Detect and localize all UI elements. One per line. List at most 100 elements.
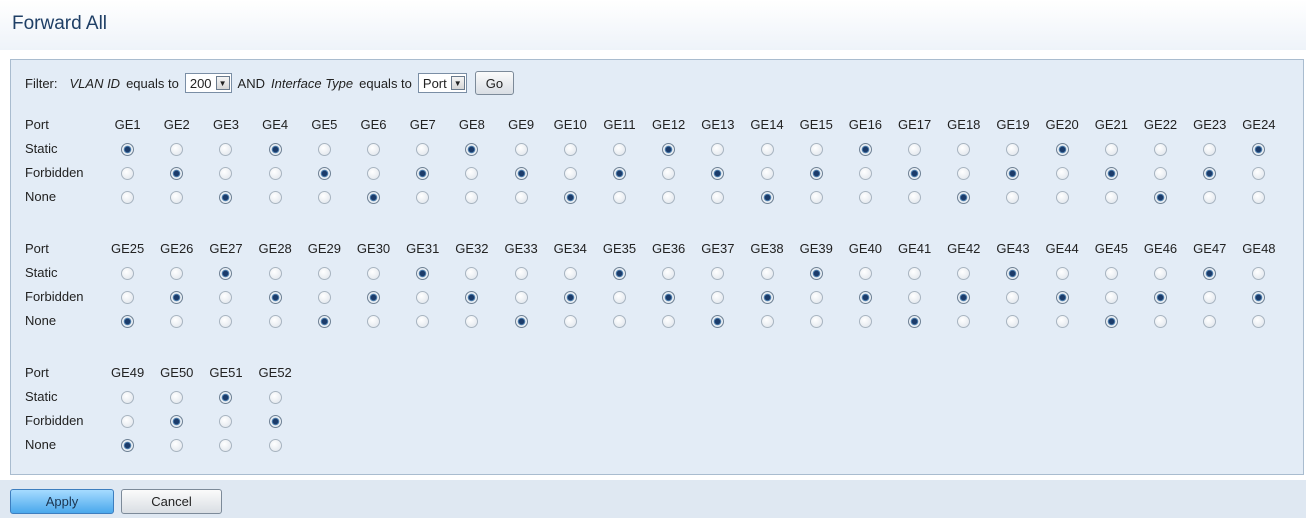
forbidden-radio-ge43[interactable] [1006,290,1020,304]
forbidden-radio-ge18[interactable] [957,166,971,180]
forbidden-radio-ge3[interactable] [219,166,233,180]
forbidden-radio-ge35[interactable] [612,290,626,304]
static-radio-ge42[interactable] [957,266,971,280]
static-radio-ge23[interactable] [1203,142,1217,156]
static-radio-ge26[interactable] [170,266,184,280]
static-radio-ge16[interactable] [858,142,872,156]
static-radio-ge32[interactable] [465,266,479,280]
forbidden-radio-ge28[interactable] [268,290,282,304]
forbidden-radio-ge27[interactable] [219,290,233,304]
forbidden-radio-ge49[interactable] [121,414,135,428]
static-radio-ge7[interactable] [416,142,430,156]
go-button[interactable]: Go [474,71,515,95]
none-radio-ge9[interactable] [514,190,528,204]
none-radio-ge38[interactable] [760,314,774,328]
static-radio-ge34[interactable] [563,266,577,280]
forbidden-radio-ge4[interactable] [268,166,282,180]
none-radio-ge6[interactable] [367,190,381,204]
static-radio-ge46[interactable] [1154,266,1168,280]
forbidden-radio-ge14[interactable] [760,166,774,180]
none-radio-ge36[interactable] [662,314,676,328]
forbidden-radio-ge52[interactable] [268,414,282,428]
static-radio-ge10[interactable] [563,142,577,156]
none-radio-ge19[interactable] [1006,190,1020,204]
forbidden-radio-ge1[interactable] [121,166,135,180]
none-radio-ge10[interactable] [563,190,577,204]
static-radio-ge11[interactable] [612,142,626,156]
forbidden-radio-ge29[interactable] [317,290,331,304]
static-radio-ge49[interactable] [121,390,135,404]
none-radio-ge52[interactable] [268,438,282,452]
none-radio-ge49[interactable] [121,438,135,452]
forbidden-radio-ge13[interactable] [711,166,725,180]
none-radio-ge2[interactable] [170,190,184,204]
static-radio-ge41[interactable] [908,266,922,280]
static-radio-ge5[interactable] [317,142,331,156]
chevron-down-icon[interactable]: ▼ [215,76,230,90]
forbidden-radio-ge11[interactable] [612,166,626,180]
none-radio-ge35[interactable] [612,314,626,328]
forbidden-radio-ge47[interactable] [1203,290,1217,304]
static-radio-ge1[interactable] [121,142,135,156]
static-radio-ge28[interactable] [268,266,282,280]
forbidden-radio-ge9[interactable] [514,166,528,180]
chevron-down-icon[interactable]: ▼ [450,76,465,90]
none-radio-ge24[interactable] [1252,190,1266,204]
none-radio-ge34[interactable] [563,314,577,328]
none-radio-ge30[interactable] [367,314,381,328]
forbidden-radio-ge17[interactable] [908,166,922,180]
none-radio-ge40[interactable] [858,314,872,328]
none-radio-ge47[interactable] [1203,314,1217,328]
none-radio-ge17[interactable] [908,190,922,204]
none-radio-ge45[interactable] [1104,314,1118,328]
cancel-button[interactable]: Cancel [121,489,222,514]
static-radio-ge45[interactable] [1104,266,1118,280]
none-radio-ge18[interactable] [957,190,971,204]
static-radio-ge38[interactable] [760,266,774,280]
none-radio-ge13[interactable] [711,190,725,204]
static-radio-ge17[interactable] [908,142,922,156]
forbidden-radio-ge6[interactable] [367,166,381,180]
none-radio-ge22[interactable] [1154,190,1168,204]
static-radio-ge48[interactable] [1252,266,1266,280]
static-radio-ge35[interactable] [612,266,626,280]
static-radio-ge52[interactable] [268,390,282,404]
static-radio-ge2[interactable] [170,142,184,156]
forbidden-radio-ge36[interactable] [662,290,676,304]
forbidden-radio-ge21[interactable] [1104,166,1118,180]
none-radio-ge8[interactable] [465,190,479,204]
static-radio-ge19[interactable] [1006,142,1020,156]
forbidden-radio-ge30[interactable] [367,290,381,304]
forbidden-radio-ge48[interactable] [1252,290,1266,304]
forbidden-radio-ge51[interactable] [219,414,233,428]
none-radio-ge14[interactable] [760,190,774,204]
forbidden-radio-ge8[interactable] [465,166,479,180]
static-radio-ge27[interactable] [219,266,233,280]
none-radio-ge39[interactable] [809,314,823,328]
forbidden-radio-ge20[interactable] [1055,166,1069,180]
none-radio-ge15[interactable] [809,190,823,204]
none-radio-ge3[interactable] [219,190,233,204]
forbidden-radio-ge5[interactable] [317,166,331,180]
static-radio-ge44[interactable] [1055,266,1069,280]
static-radio-ge36[interactable] [662,266,676,280]
none-radio-ge42[interactable] [957,314,971,328]
forbidden-radio-ge34[interactable] [563,290,577,304]
forbidden-radio-ge41[interactable] [908,290,922,304]
none-radio-ge50[interactable] [170,438,184,452]
forbidden-radio-ge19[interactable] [1006,166,1020,180]
none-radio-ge33[interactable] [514,314,528,328]
none-radio-ge51[interactable] [219,438,233,452]
none-radio-ge26[interactable] [170,314,184,328]
none-radio-ge4[interactable] [268,190,282,204]
forbidden-radio-ge42[interactable] [957,290,971,304]
static-radio-ge14[interactable] [760,142,774,156]
forbidden-radio-ge25[interactable] [121,290,135,304]
static-radio-ge40[interactable] [858,266,872,280]
static-radio-ge51[interactable] [219,390,233,404]
forbidden-radio-ge32[interactable] [465,290,479,304]
none-radio-ge23[interactable] [1203,190,1217,204]
none-radio-ge28[interactable] [268,314,282,328]
forbidden-radio-ge45[interactable] [1104,290,1118,304]
static-radio-ge25[interactable] [121,266,135,280]
